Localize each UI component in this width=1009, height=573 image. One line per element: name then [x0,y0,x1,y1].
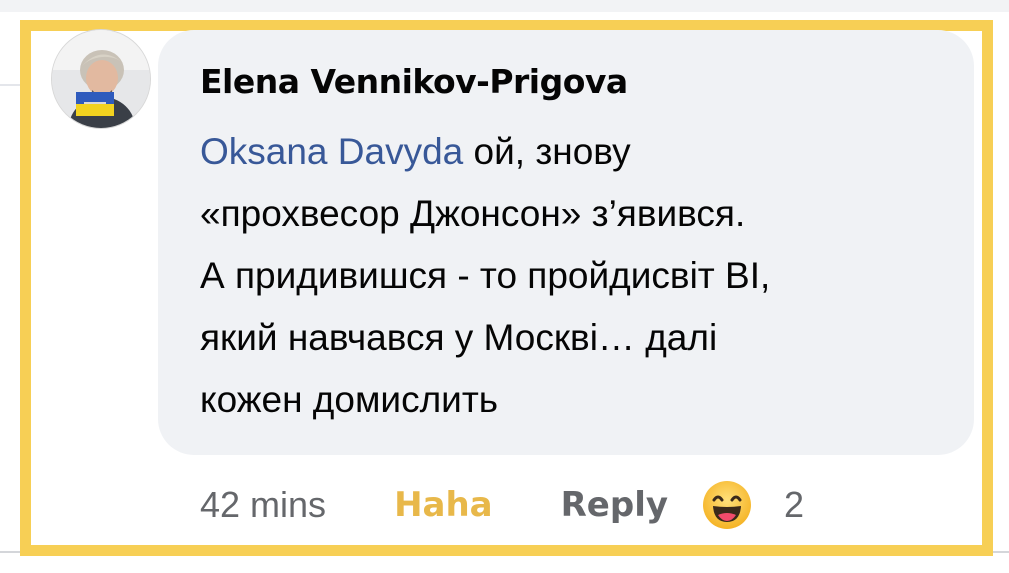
timestamp[interactable]: 42 mins [200,484,326,526]
haha-reaction-button[interactable]: Haha [394,485,493,525]
reply-button[interactable]: Reply [561,485,668,525]
comment-text: Oksana Davyda ой, знову «прохвесор Джонс… [200,121,970,431]
comment-line-5: кожен домислить [200,379,499,420]
comment-line-1-text: ой, знову [463,131,631,172]
comment-line-4: який навчався у Москві… далі [200,317,718,358]
reaction-count[interactable]: 2 [784,484,804,526]
avatar-photo [52,30,150,128]
avatar[interactable] [52,30,150,128]
author-name[interactable]: Elena Vennikov-Prigova [200,62,628,101]
comment-line-3: А придивишся - то пройдисвіт ВІ, [200,255,771,296]
comment-line-1: Oksana Davyda ой, знову [200,121,970,183]
top-strip [0,0,1009,12]
comment-line-2: «прохвесор Джонсон» з’явився. [200,193,746,234]
comment-actions: 42 mins Haha Reply 2 [200,480,804,530]
mention-link[interactable]: Oksana Davyda [200,131,463,172]
haha-emoji-icon[interactable] [702,480,752,530]
